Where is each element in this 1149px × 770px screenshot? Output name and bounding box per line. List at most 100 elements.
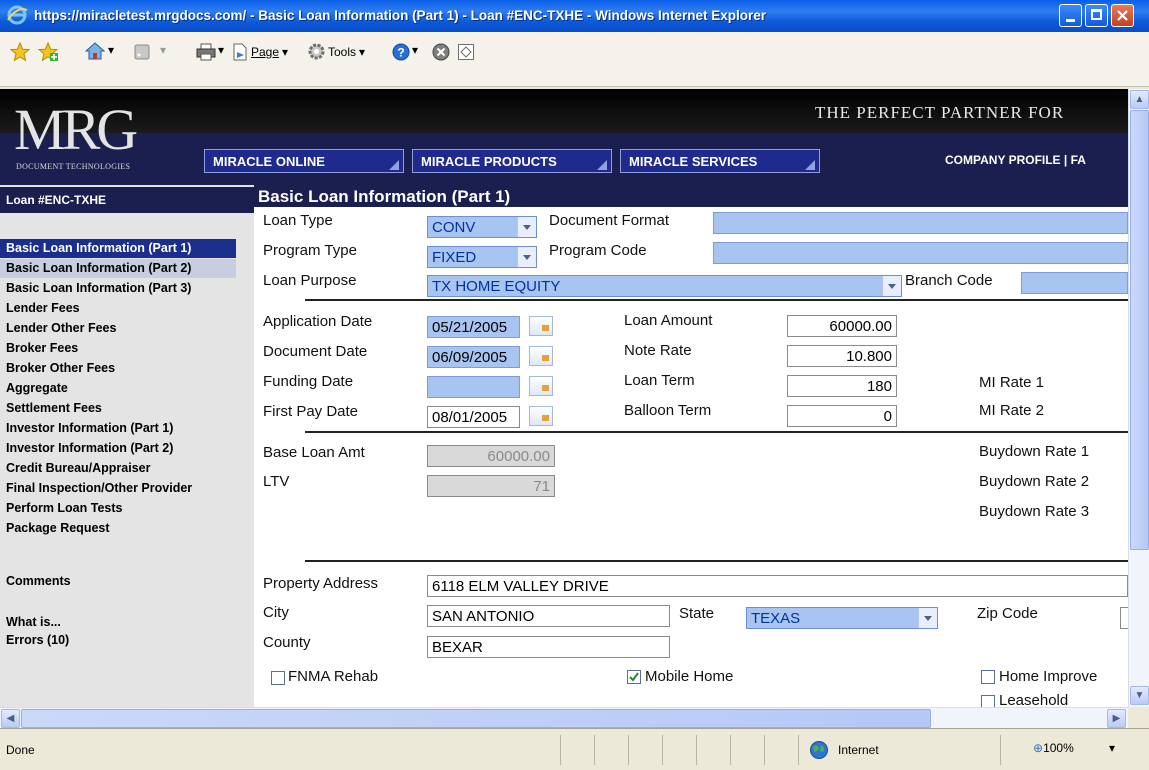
sidebar-item[interactable]: Investor Information (Part 1) xyxy=(0,419,236,438)
maximize-button[interactable] xyxy=(1085,4,1108,27)
help-dropdown[interactable]: ▾ xyxy=(412,43,418,57)
feeds-icon[interactable] xyxy=(134,44,150,60)
scroll-up-button[interactable]: ▲ xyxy=(1130,90,1149,109)
loan-purpose-select[interactable]: TX HOME EQUITY xyxy=(427,275,902,297)
mi-rate-1-label: MI Rate 1 xyxy=(979,374,1045,391)
state-value: TEXAS xyxy=(751,610,801,627)
scroll-left-button[interactable]: ◀ xyxy=(1,709,20,728)
nav-label: MIRACLE SERVICES xyxy=(629,154,758,169)
calendar-icon[interactable] xyxy=(529,406,553,426)
status-separator xyxy=(696,735,697,765)
document-format-field[interactable] xyxy=(713,212,1128,234)
help-icon[interactable]: ? xyxy=(392,43,410,61)
sidebar-item[interactable]: Basic Loan Information (Part 1) xyxy=(0,239,236,258)
loan-amount-label: Loan Amount xyxy=(624,312,713,329)
favorites-star-icon[interactable] xyxy=(10,42,30,62)
checkmark-icon xyxy=(629,672,639,682)
balloon-term-field[interactable]: 0 xyxy=(787,405,897,427)
zoom-control[interactable]: ⊕100% xyxy=(1033,741,1074,755)
program-code-field[interactable] xyxy=(713,242,1128,264)
calendar-icon[interactable] xyxy=(529,376,553,396)
sidebar-item[interactable]: Final Inspection/Other Provider xyxy=(0,479,236,498)
sidebar-item[interactable]: Broker Fees xyxy=(0,339,236,358)
scroll-right-button[interactable]: ▶ xyxy=(1107,709,1126,728)
sidebar-item[interactable]: Package Request xyxy=(0,519,236,538)
leasehold-checkbox[interactable] xyxy=(981,695,995,707)
calendar-icon[interactable] xyxy=(529,346,553,366)
loan-type-label: Loan Type xyxy=(263,212,333,229)
globe-icon xyxy=(810,741,828,759)
vertical-scroll-thumb[interactable] xyxy=(1130,110,1149,550)
document-date-field[interactable]: 06/09/2005 xyxy=(427,346,520,368)
property-address-field[interactable]: 6118 ELM VALLEY DRIVE xyxy=(427,575,1128,597)
horizontal-scroll-thumb[interactable] xyxy=(21,709,931,728)
compatibility-view-icon[interactable] xyxy=(457,43,475,61)
sidebar-item[interactable]: Lender Other Fees xyxy=(0,319,236,338)
sidebar-item[interactable]: Perform Loan Tests xyxy=(0,499,236,518)
nav-miracle-services[interactable]: MIRACLE SERVICES xyxy=(620,149,820,173)
mobile-home-checkbox[interactable] xyxy=(627,670,641,684)
stop-icon[interactable] xyxy=(432,43,450,61)
loan-term-field[interactable]: 180 xyxy=(787,375,897,397)
calendar-icon[interactable] xyxy=(529,316,553,336)
browser-content: MRG DOCUMENT TECHNOLOGIES THE PERFECT PA… xyxy=(0,89,1128,707)
page-menu-label: Page xyxy=(251,45,280,59)
minimize-button[interactable] xyxy=(1059,4,1082,27)
close-button[interactable] xyxy=(1111,4,1134,27)
city-field[interactable]: SAN ANTONIO xyxy=(427,605,670,627)
funding-date-field[interactable] xyxy=(427,376,520,398)
print-icon[interactable] xyxy=(196,43,216,61)
note-rate-field[interactable]: 10.800 xyxy=(787,345,897,367)
status-text: Done xyxy=(6,743,35,757)
nav-miracle-products[interactable]: MIRACLE PRODUCTS xyxy=(412,149,612,173)
loan-term-label: Loan Term xyxy=(624,372,695,389)
application-date-field[interactable]: 05/21/2005 xyxy=(427,316,520,338)
sidebar-item[interactable]: Basic Loan Information (Part 3) xyxy=(0,279,236,298)
home-icon[interactable] xyxy=(84,41,106,61)
scroll-down-button[interactable]: ▼ xyxy=(1130,686,1149,705)
sidebar-item[interactable]: Basic Loan Information (Part 2) xyxy=(0,259,236,278)
logo-subtext: DOCUMENT TECHNOLOGIES xyxy=(16,162,131,171)
loan-type-select[interactable]: CONV xyxy=(427,216,537,238)
zoom-dropdown[interactable]: ▾ xyxy=(1109,741,1115,755)
top-links[interactable]: COMPANY PROFILE | FA xyxy=(945,153,1086,167)
tools-menu-label: Tools xyxy=(328,44,357,59)
mrg-logo[interactable]: MRG xyxy=(14,101,138,159)
loan-amount-field[interactable]: 60000.00 xyxy=(787,315,897,337)
chevron-down-icon xyxy=(517,247,536,267)
tools-menu[interactable]: Tools ▾ xyxy=(308,43,365,60)
home-improvement-checkbox[interactable] xyxy=(981,670,995,684)
chevron-down-icon xyxy=(882,276,901,296)
fnma-rehab-checkbox[interactable] xyxy=(271,671,285,685)
program-type-select[interactable]: FIXED xyxy=(427,246,537,268)
sidebar-item-what-is[interactable]: What is... xyxy=(0,613,236,632)
sidebar-item[interactable]: Investor Information (Part 2) xyxy=(0,439,236,458)
branch-code-field[interactable] xyxy=(1021,272,1128,294)
document-date-label: Document Date xyxy=(263,343,368,360)
nav-label: MIRACLE ONLINE xyxy=(213,154,325,169)
print-dropdown[interactable]: ▾ xyxy=(218,43,224,57)
buydown-rate-2-label: Buydown Rate 2 xyxy=(979,473,1090,490)
county-field[interactable]: BEXAR xyxy=(427,636,670,658)
status-bar: Done Internet ⊕100% ▾ xyxy=(0,728,1149,770)
sidebar-item-errors[interactable]: Errors (10) xyxy=(0,631,236,650)
feeds-dropdown[interactable]: ▾ xyxy=(160,43,166,57)
vertical-scrollbar[interactable]: ▲ ▼ xyxy=(1128,89,1149,707)
page-menu[interactable]: Page ▾ xyxy=(232,43,288,61)
base-loan-amt-field: 60000.00 xyxy=(427,445,555,467)
state-select[interactable]: TEXAS xyxy=(746,607,938,629)
sidebar-item[interactable]: Aggregate xyxy=(0,379,236,398)
sidebar-item-comments[interactable]: Comments xyxy=(0,572,236,591)
horizontal-scrollbar[interactable]: ◀ ▶ xyxy=(0,707,1128,728)
sidebar-item[interactable]: Broker Other Fees xyxy=(0,359,236,378)
first-pay-date-field[interactable]: 08/01/2005 xyxy=(427,406,520,428)
sidebar-item[interactable]: Settlement Fees xyxy=(0,399,236,418)
add-favorites-icon[interactable] xyxy=(38,42,58,62)
zip-code-field[interactable] xyxy=(1120,607,1128,629)
home-dropdown[interactable]: ▾ xyxy=(108,43,114,57)
form-title: Basic Loan Information (Part 1) xyxy=(254,185,1128,207)
nav-miracle-online[interactable]: MIRACLE ONLINE xyxy=(204,149,404,173)
sidebar-item[interactable]: Credit Bureau/Appraiser xyxy=(0,459,236,478)
svg-text:?: ? xyxy=(397,46,404,60)
sidebar-item[interactable]: Lender Fees xyxy=(0,299,236,318)
